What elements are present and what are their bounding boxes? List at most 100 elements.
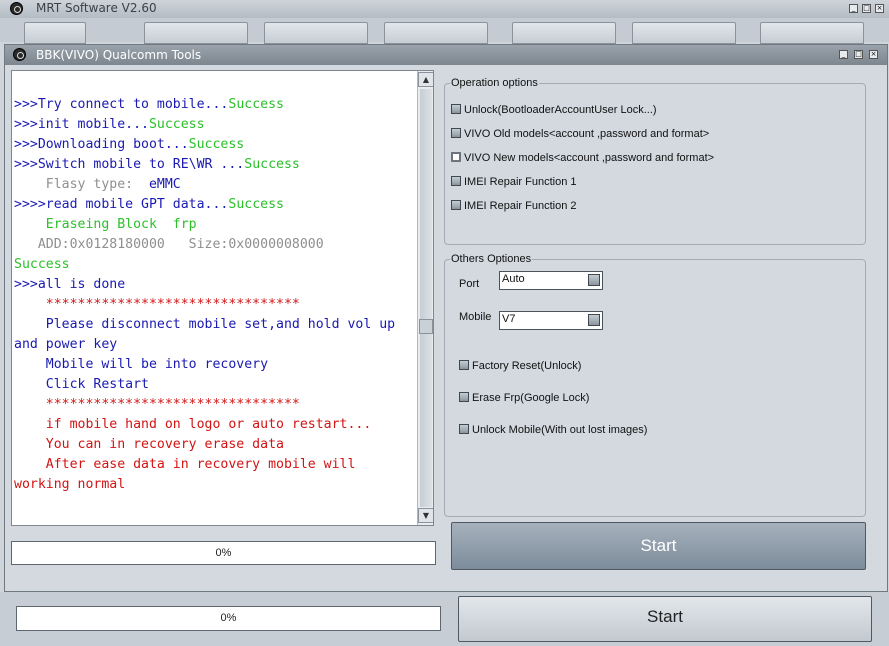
unlock-mobile-checkbox[interactable]: Unlock Mobile(With out lost images) — [459, 424, 647, 440]
log-line: >>>Downloading boot...Success — [14, 135, 412, 155]
log-text: >>>Try connect to mobile...Success >>>ini… — [14, 95, 412, 495]
log-segment: Success — [244, 157, 300, 172]
outer-tab-2[interactable] — [144, 22, 248, 44]
scroll-down-icon[interactable]: ▼ — [418, 508, 433, 523]
maximize-icon[interactable]: □ — [862, 4, 871, 13]
inner-tool-window: BBK(VIVO) Qualcomm Tools _ □ × >>>Try co… — [4, 44, 888, 592]
checkbox-icon[interactable] — [459, 392, 469, 402]
log-segment: Success — [14, 257, 70, 272]
others-options-title: Others Optiones — [450, 253, 533, 265]
inner-body: >>>Try connect to mobile...Success >>>ini… — [5, 65, 887, 591]
outer-tab-3[interactable] — [264, 22, 368, 44]
option-imei-repair-2-checkbox[interactable]: IMEI Repair Function 2 — [451, 200, 577, 216]
log-segment: Click Restart — [14, 377, 149, 392]
log-line: working normal — [14, 475, 412, 495]
inner-progress-bar: 0% — [11, 541, 436, 565]
option-vivo-new-checkbox[interactable]: VIVO New models<account ,password and fo… — [451, 152, 714, 168]
outer-tab-7[interactable] — [760, 22, 864, 44]
log-segment: >>>Switch mobile to RE\WR ... — [14, 157, 245, 172]
outer-tab-5[interactable] — [512, 22, 616, 44]
mobile-dropdown-icon[interactable] — [588, 314, 600, 326]
app-logo-icon — [10, 2, 23, 15]
inner-close-icon[interactable]: × — [869, 50, 878, 59]
inner-maximize-icon[interactable]: □ — [854, 50, 863, 59]
checkbox-icon[interactable] — [451, 200, 461, 210]
inner-titlebar: BBK(VIVO) Qualcomm Tools _ □ × — [5, 45, 887, 65]
log-segment: eMMC — [148, 177, 181, 192]
option-vivo-old-checkbox[interactable]: VIVO Old models<account ,password and fo… — [451, 128, 709, 144]
checkbox-icon[interactable] — [459, 360, 469, 370]
tool-logo-icon — [13, 48, 26, 61]
inner-start-button[interactable]: Start — [451, 522, 866, 570]
log-segment: >>>Downloading boot... — [14, 137, 189, 152]
log-segment: ******************************** — [14, 397, 300, 412]
log-line: Please disconnect mobile set,and hold vo… — [14, 315, 412, 335]
option-unlock-checkbox[interactable]: Unlock(BootloaderAccountUser Lock...) — [451, 104, 657, 120]
log-line: ADD:0x0128180000 Size:0x0000008000 — [14, 235, 412, 255]
log-segment: ******************************** — [14, 297, 300, 312]
factory-reset-checkbox[interactable]: Factory Reset(Unlock) — [459, 360, 581, 376]
mobile-value: V7 — [502, 313, 516, 325]
outer-titlebar: MRT Software V2.60 _ □ × — [0, 0, 889, 19]
minimize-icon[interactable]: _ — [849, 4, 858, 13]
outer-tab-1[interactable] — [24, 22, 86, 44]
log-segment: ADD:0x0128180000 Size:0x0000008000 — [14, 237, 324, 252]
checkbox-icon[interactable] — [451, 152, 461, 162]
checkbox-icon[interactable] — [451, 176, 461, 186]
port-select[interactable]: Auto — [499, 271, 603, 290]
log-line: if mobile hand on logo or auto restart..… — [14, 415, 412, 435]
outer-window-title: MRT Software V2.60 — [36, 1, 157, 15]
log-segment: Success — [228, 97, 284, 112]
log-segment: >>>init mobile... — [14, 117, 149, 132]
checkbox-icon[interactable] — [459, 424, 469, 434]
log-segment: Flasy type: — [14, 177, 149, 192]
log-segment: Mobile will be into recovery — [14, 357, 269, 372]
log-segment: After ease data in recovery mobile will — [14, 457, 356, 472]
option-imei-repair-1-checkbox[interactable]: IMEI Repair Function 1 — [451, 176, 577, 192]
log-line: >>>>read mobile GPT data...Success — [14, 195, 412, 215]
scrollbar-track[interactable] — [420, 89, 432, 507]
log-segment: Success — [188, 137, 245, 152]
log-line: Mobile will be into recovery — [14, 355, 412, 375]
inner-window-title: BBK(VIVO) Qualcomm Tools — [36, 48, 202, 62]
port-value: Auto — [502, 273, 525, 285]
log-line: and power key — [14, 335, 412, 355]
log-line: ******************************** — [14, 395, 412, 415]
log-segment: Success — [228, 197, 284, 212]
log-segment: Please disconnect mobile set,and hold vo… — [14, 317, 396, 332]
port-dropdown-icon[interactable] — [588, 274, 600, 286]
checkbox-icon[interactable] — [451, 104, 461, 114]
outer-tab-4[interactable] — [384, 22, 488, 44]
inner-minimize-icon[interactable]: _ — [839, 50, 848, 59]
log-segment: Success — [148, 117, 205, 132]
log-segment: working normal — [14, 477, 126, 492]
mobile-select[interactable]: V7 — [499, 311, 603, 330]
scroll-up-icon[interactable]: ▲ — [418, 72, 433, 87]
log-segment: and power key — [14, 337, 118, 352]
log-line: Flasy type: eMMC — [14, 175, 412, 195]
others-options-group: Others Optiones Port Auto Mobile V7 Fact… — [444, 253, 866, 517]
log-scrollbar[interactable]: ▲ ▼ — [417, 71, 433, 525]
log-segment: >>>all is done — [14, 277, 126, 292]
checkbox-icon[interactable] — [451, 128, 461, 138]
erase-frp-checkbox[interactable]: Erase Frp(Google Lock) — [459, 392, 589, 408]
outer-start-button[interactable]: Start — [458, 596, 872, 642]
operation-options-group: Operation options Unlock(BootloaderAccou… — [444, 77, 866, 245]
log-output[interactable]: >>>Try connect to mobile...Success >>>ini… — [11, 70, 434, 526]
log-line: ******************************** — [14, 295, 412, 315]
log-segment: >>>Try connect to mobile... — [14, 97, 229, 112]
close-icon[interactable]: × — [875, 4, 884, 13]
port-label: Port — [459, 278, 480, 290]
outer-progress-bar: 0% — [16, 606, 441, 631]
log-segment: Eraseing Block frp — [14, 217, 197, 232]
log-segment: >>>>read mobile GPT data... — [14, 197, 229, 212]
log-line: Success — [14, 255, 412, 275]
log-segment: if mobile hand on logo or auto restart..… — [14, 417, 372, 432]
log-segment: You can in recovery erase data — [14, 437, 284, 452]
log-line: Eraseing Block frp — [14, 215, 412, 235]
log-line: You can in recovery erase data — [14, 435, 412, 455]
mobile-label: Mobile — [459, 311, 492, 323]
scrollbar-thumb[interactable] — [419, 319, 433, 334]
log-line: Click Restart — [14, 375, 412, 395]
outer-tab-6[interactable] — [632, 22, 736, 44]
